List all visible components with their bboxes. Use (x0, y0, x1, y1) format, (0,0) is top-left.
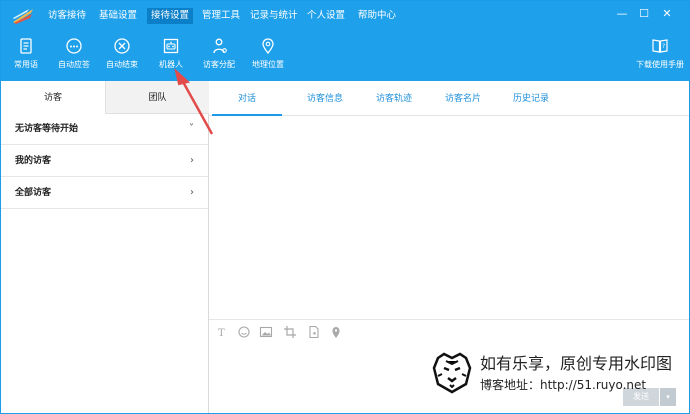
svg-text:T: T (218, 328, 225, 339)
tiger-logo-icon (432, 352, 472, 394)
menu-basic-settings[interactable]: 基础设置 (95, 8, 141, 24)
menu-reception-settings[interactable]: 接待设置 (147, 8, 194, 24)
tab-conversation[interactable]: 对话 (212, 81, 282, 116)
file-icon[interactable] (307, 325, 321, 339)
svg-text:?: ? (662, 43, 665, 50)
editor-divider (209, 319, 689, 320)
menu-records-stats[interactable]: 记录与统计 (246, 8, 302, 24)
watermark-blog-url: 博客地址：http://51.ruyo.net (480, 378, 647, 392)
group-label: 全部访客 (15, 188, 52, 198)
toolbar-robot-button[interactable]: 机器人 (146, 35, 196, 79)
chat-bubble-icon (66, 38, 82, 54)
robot-icon (163, 38, 179, 54)
menu-personal-settings[interactable]: 个人设置 (303, 8, 349, 24)
minimize-button[interactable]: — (613, 5, 631, 23)
crop-icon[interactable] (283, 325, 297, 339)
chevron-right-icon: › (190, 187, 194, 198)
tool-label: 常用语 (14, 60, 38, 69)
location-icon[interactable] (329, 325, 343, 339)
toolbar-auto-end-button[interactable]: 自动结束 (97, 35, 147, 79)
menu-help-center[interactable]: 帮助中心 (354, 8, 400, 24)
tool-label: 自动应答 (58, 60, 90, 69)
close-circle-icon (114, 38, 130, 54)
download-manual-button[interactable]: ? 下载使用手册 (632, 35, 688, 79)
toolbar-common-phrases-button[interactable]: 常用语 (1, 35, 51, 79)
group-all-visitors[interactable]: 全部访客 › (1, 178, 208, 209)
watermark-title: 如有乐享，原创专用水印图 (480, 354, 673, 373)
tool-label: 地理位置 (252, 60, 284, 69)
toolbar-visitor-distribution-button[interactable]: 访客分配 (194, 35, 244, 79)
menu-visitor-reception[interactable]: 访客接待 (44, 8, 90, 24)
chevron-down-icon: ˅ (189, 123, 194, 134)
image-icon[interactable] (259, 325, 273, 339)
group-label: 无访客等待开始 (15, 124, 79, 134)
emoji-icon[interactable] (237, 325, 251, 339)
app-logo-icon (13, 9, 33, 24)
tool-label: 机器人 (159, 60, 183, 69)
close-button[interactable]: ✕ (658, 5, 676, 23)
toolbar-auto-reply-button[interactable]: 自动应答 (49, 35, 99, 79)
group-label: 我的访客 (15, 156, 52, 166)
tab-visitor-info[interactable]: 访客信息 (294, 81, 356, 114)
tool-label: 自动结束 (106, 60, 138, 69)
toolbar: 常用语 自动应答 自动结束 机器人 访客分配 地理位置 ? 下载使用手册 (1, 31, 689, 81)
chat-message-area (209, 116, 689, 319)
visitor-panel: 访客 团队 无访客等待开始 ˅ 我的访客 › 全部访客 › (1, 81, 209, 413)
maximize-button[interactable]: ☐ (635, 5, 653, 23)
tab-team[interactable]: 团队 (105, 81, 209, 114)
menu-management-tools[interactable]: 管理工具 (198, 8, 244, 24)
watermark: 如有乐享，原创专用水印图 博客地址：http://51.ruyo.net (428, 348, 690, 398)
manual-label: 下载使用手册 (636, 60, 684, 69)
group-no-visitors-waiting[interactable]: 无访客等待开始 ˅ (1, 114, 208, 145)
tab-history[interactable]: 历史记录 (500, 81, 562, 114)
tab-visitor-card[interactable]: 访客名片 (432, 81, 494, 114)
tab-visitors[interactable]: 访客 (1, 81, 105, 113)
tool-label: 访客分配 (203, 60, 235, 69)
group-my-visitors[interactable]: 我的访客 › (1, 146, 208, 177)
tab-visitor-trail[interactable]: 访客轨迹 (363, 81, 425, 114)
font-icon[interactable]: T (215, 325, 229, 339)
distribute-icon (213, 38, 227, 54)
conversation-tabs: 对话 访客信息 访客轨迹 访客名片 历史记录 (208, 81, 689, 116)
location-pin-icon (262, 38, 274, 55)
toolbar-geolocation-button[interactable]: 地理位置 (243, 35, 293, 79)
visitor-panel-tabs: 访客 团队 (1, 81, 209, 114)
document-icon (20, 38, 32, 54)
manual-book-icon: ? (652, 39, 668, 53)
chevron-right-icon: › (190, 155, 194, 166)
menu-bar: 访客接待 基础设置 接待设置 管理工具 记录与统计 个人设置 帮助中心 — ☐ … (1, 1, 689, 31)
